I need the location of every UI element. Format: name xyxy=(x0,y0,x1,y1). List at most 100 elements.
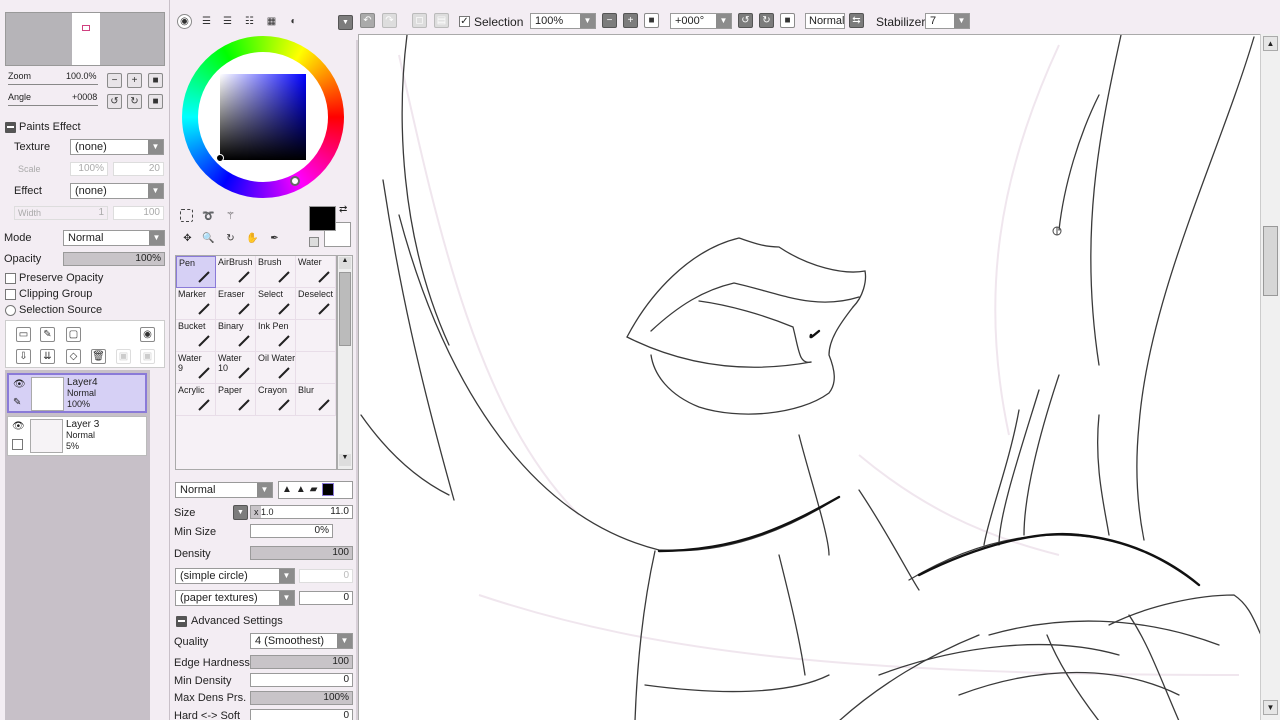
toolbar-menu-icon[interactable]: ▼ xyxy=(338,15,353,30)
tool-slot-binary[interactable]: Binary xyxy=(216,320,256,352)
color-wheel-tab-icon[interactable]: ◉ xyxy=(177,14,192,29)
brush-tip-shapes[interactable]: ▲▲▰■ xyxy=(278,481,353,499)
stabilizer-select[interactable]: 7 ▼ xyxy=(925,13,970,29)
canvas-zoom-out-button[interactable]: − xyxy=(602,13,617,28)
clipping-group-checkbox[interactable] xyxy=(5,289,16,300)
canvas-zoom-reset-button[interactable]: ■ xyxy=(644,13,659,28)
advanced-settings-collapse-icon[interactable] xyxy=(176,616,187,627)
texture-select[interactable]: (none) ▼ xyxy=(70,139,164,155)
hsv-sliders-tab-icon[interactable]: ☰ xyxy=(220,14,235,29)
brush-texture-strength[interactable]: 0 xyxy=(299,591,353,605)
tool-slot-water[interactable]: Water 9 xyxy=(176,352,216,384)
canvas-blend-mode-box[interactable]: Normal xyxy=(805,13,845,29)
swap-colors-icon[interactable]: ⇄ xyxy=(339,204,347,215)
selection-source-radio[interactable] xyxy=(5,305,16,316)
sv-handle-icon[interactable] xyxy=(216,154,224,162)
undo-button[interactable]: ↶ xyxy=(360,13,375,28)
canvas-rotate-right-button[interactable]: ↻ xyxy=(759,13,774,28)
color-wheel[interactable] xyxy=(182,36,344,198)
preserve-opacity-checkbox[interactable] xyxy=(5,273,16,284)
lasso-icon[interactable]: ➰ xyxy=(201,209,216,224)
canvas-zoom-select[interactable]: 100% ▼ xyxy=(530,13,596,29)
selection-checkbox[interactable]: ✓ xyxy=(459,16,470,27)
hard-soft-slider[interactable]: 0 xyxy=(250,709,353,720)
rgb-sliders-tab-icon[interactable]: ☰ xyxy=(199,14,214,29)
effect-select[interactable]: (none) ▼ xyxy=(70,183,164,199)
rotate-icon[interactable]: ↻ xyxy=(223,231,238,246)
new-folder-icon[interactable]: ▢ xyxy=(66,327,81,342)
brush-shape-select[interactable]: (simple circle) ▼ xyxy=(175,568,295,584)
tool-slot-blur[interactable]: Blur xyxy=(296,384,336,416)
rotate-right-button[interactable]: ↻ xyxy=(127,94,142,109)
new-layer-icon[interactable]: ▭ xyxy=(16,327,31,342)
rotate-reset-button[interactable]: ■ xyxy=(148,94,163,109)
move-icon[interactable]: ✥ xyxy=(180,231,195,246)
layer-opacity-slider[interactable]: 100% xyxy=(63,252,165,266)
angle-slider[interactable] xyxy=(8,105,98,106)
delete-layer-icon[interactable]: 🗑 xyxy=(91,349,106,364)
tool-slot-select[interactable]: Select xyxy=(256,288,296,320)
tool-slot-ink-pen[interactable]: Ink Pen xyxy=(256,320,296,352)
eyedropper-icon[interactable]: ✒ xyxy=(267,231,282,246)
layer-mask-icon[interactable]: ◉ xyxy=(140,327,155,342)
tool-slot-oil-water[interactable]: Oil Water xyxy=(256,352,296,384)
min-density-slider[interactable]: 0 xyxy=(250,673,353,687)
zoom-in-button[interactable]: + xyxy=(127,73,142,88)
transparent-color-icon[interactable] xyxy=(309,237,319,247)
rect-select-icon[interactable] xyxy=(180,209,193,222)
paints-effect-collapse-icon[interactable] xyxy=(5,122,16,133)
color-mixer-tab-icon[interactable]: ☷ xyxy=(242,14,257,29)
clear-layer-icon[interactable]: ◇ xyxy=(66,349,81,364)
max-dens-prs-slider[interactable]: 100% xyxy=(250,691,353,705)
tool-slot-water[interactable]: Water xyxy=(296,256,336,288)
drawing-canvas[interactable] xyxy=(358,34,1260,720)
flip-canvas-icon[interactable]: ⇆ xyxy=(849,13,864,28)
zoom-icon[interactable]: 🔍 xyxy=(201,231,216,246)
density-slider[interactable]: 100 xyxy=(250,546,353,560)
new-linework-layer-icon[interactable]: ✎ xyxy=(40,327,55,342)
tool-slot-brush[interactable]: Brush xyxy=(256,256,296,288)
zoom-slider[interactable] xyxy=(8,84,98,85)
visibility-eye-icon[interactable]: 👁 xyxy=(12,421,26,433)
tool-slot-eraser[interactable]: Eraser xyxy=(216,288,256,320)
scroll-up-icon[interactable]: ▲ xyxy=(1263,36,1278,51)
merge-down-icon[interactable]: ⇊ xyxy=(40,349,55,364)
brush-texture-select[interactable]: (paper textures) ▼ xyxy=(175,590,295,606)
brush-blend-mode-select[interactable]: Normal ▼ xyxy=(175,482,273,498)
rotate-left-button[interactable]: ↺ xyxy=(107,94,122,109)
canvas-rotation-select[interactable]: +000° ▼ xyxy=(670,13,732,29)
tool-slot-deselect[interactable]: Deselect xyxy=(296,288,336,320)
layer-item-layer3[interactable]: 👁 Layer 3 Normal 5% xyxy=(7,416,147,456)
tool-slot-crayon[interactable]: Crayon xyxy=(256,384,296,416)
transfer-down-icon[interactable]: ⇩ xyxy=(16,349,31,364)
canvas-vertical-scrollbar[interactable]: ▲ ▼ xyxy=(1260,34,1280,720)
canvas-zoom-in-button[interactable]: + xyxy=(623,13,638,28)
swatches-tab-icon[interactable]: ▦ xyxy=(264,14,279,29)
tool-slot-airbrush[interactable]: AirBrush xyxy=(216,256,256,288)
visibility-eye-icon[interactable]: 👁 xyxy=(13,379,27,391)
zoom-out-button[interactable]: − xyxy=(107,73,122,88)
primary-color-swatch[interactable] xyxy=(309,206,336,231)
tool-slot-water[interactable]: Water 10 xyxy=(216,352,256,384)
zoom-reset-button[interactable]: ■ xyxy=(148,73,163,88)
scratchpad-tab-icon[interactable]: ◐ xyxy=(286,14,301,29)
tool-slot-bucket[interactable]: Bucket xyxy=(176,320,216,352)
layer-mode-select[interactable]: Normal ▼ xyxy=(63,230,165,246)
edge-hardness-slider[interactable]: 100 xyxy=(250,655,353,669)
canvas-rotate-reset-button[interactable]: ■ xyxy=(780,13,795,28)
layer-item-layer4[interactable]: 👁 ✎ Layer4 Normal 100% xyxy=(7,373,147,413)
scroll-down-icon[interactable]: ▼ xyxy=(1263,700,1278,715)
tool-slot-acrylic[interactable]: Acrylic xyxy=(176,384,216,416)
saturation-value-square[interactable] xyxy=(220,74,306,160)
quality-select[interactable]: 4 (Smoothest) ▼ xyxy=(250,633,353,649)
hue-handle-icon[interactable] xyxy=(290,176,300,186)
tool-slot-pen[interactable]: Pen xyxy=(176,256,216,288)
navigator-preview[interactable] xyxy=(5,12,165,66)
magic-wand-icon[interactable]: ⚚ xyxy=(223,209,238,224)
size-slider[interactable]: x 1.0 11.0 xyxy=(250,505,353,519)
tool-slot-marker[interactable]: Marker xyxy=(176,288,216,320)
tool-slot-paper[interactable]: Paper xyxy=(216,384,256,416)
lock-box-icon[interactable] xyxy=(12,439,23,450)
tool-grid-scrollbar[interactable]: ▲ ▼ xyxy=(337,255,353,470)
scroll-thumb[interactable] xyxy=(1263,226,1278,296)
